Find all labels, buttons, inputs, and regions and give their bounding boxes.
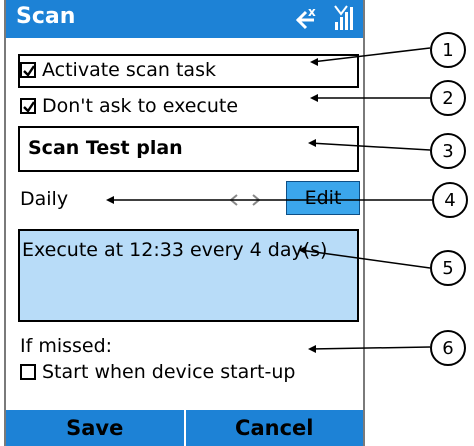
callout-4: 4 (432, 182, 468, 218)
callout-arrow-1 (311, 47, 431, 63)
callout-3: 3 (430, 133, 466, 169)
callout-1: 1 (430, 32, 466, 68)
callout-arrow-3 (309, 142, 431, 151)
callout-arrow-5 (299, 249, 431, 269)
callout-6: 6 (430, 330, 466, 366)
callout-arrows (106, 47, 432, 353)
callout-arrow-6 (309, 346, 431, 350)
callout-2: 2 (430, 80, 466, 116)
callout-5: 5 (430, 250, 466, 286)
